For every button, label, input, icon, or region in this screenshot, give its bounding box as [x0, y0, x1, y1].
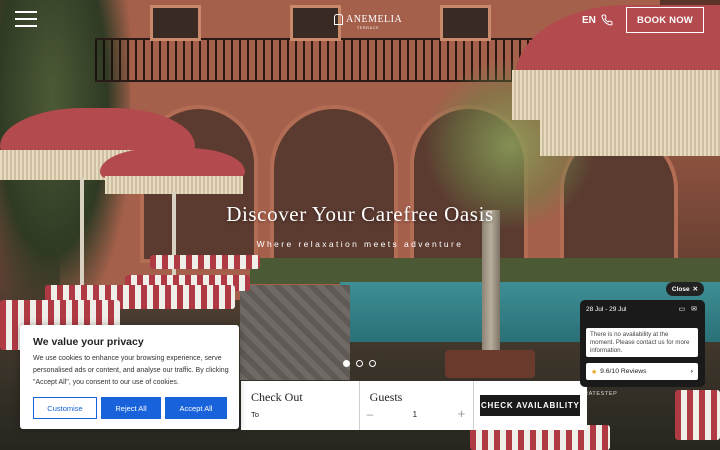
book-now-button[interactable]: BOOK NOW	[626, 7, 704, 33]
hero-subtitle: Where relaxation meets adventure	[256, 239, 464, 249]
guests-count: 1	[412, 410, 418, 419]
cookie-consent-banner: We value your privacy We use cookies to …	[20, 325, 239, 429]
umbrella	[100, 148, 245, 178]
check-out-value: To	[251, 410, 259, 419]
language-label: EN	[582, 14, 596, 26]
phone-icon[interactable]	[601, 14, 613, 26]
customise-button[interactable]: Customise	[33, 397, 97, 419]
widget-icons: ▭ ✉	[679, 305, 698, 313]
slider-dot[interactable]	[356, 360, 363, 367]
slider-dots	[343, 360, 376, 367]
widget-dates: 28 Jul - 29 Jul	[586, 306, 627, 313]
check-availability-button[interactable]: CHECK AVAILABILITY	[480, 395, 581, 416]
logo-subtext: TERRACE	[357, 26, 380, 30]
cookie-title: We value your privacy	[33, 336, 144, 348]
availability-cell: CHECK AVAILABILITY	[474, 381, 587, 430]
mail-icon[interactable]: ✉	[691, 305, 697, 313]
language-selector[interactable]: EN	[582, 14, 613, 26]
logo[interactable]: ANEMELIA	[334, 14, 402, 25]
slider-dot[interactable]	[369, 360, 376, 367]
chat-icon[interactable]: ▭	[679, 305, 686, 313]
accept-all-button[interactable]: Accept All	[165, 397, 227, 419]
guests-increment-button[interactable]: +	[458, 406, 466, 421]
logo-text: ANEMELIA	[346, 14, 403, 25]
sun-lounger	[150, 255, 260, 269]
guests-decrement-button[interactable]: –	[367, 407, 374, 421]
reviews-rating: 9.6/10 Reviews	[600, 368, 647, 375]
planter	[445, 350, 535, 378]
top-navigation: ANEMELIA TERRACE EN BOOK NOW	[0, 0, 720, 40]
slider-dot[interactable]	[343, 360, 350, 367]
star-icon: ★	[591, 368, 598, 376]
logo-mark-icon	[334, 14, 343, 25]
check-out-field[interactable]: Check Out To	[241, 381, 360, 430]
guests-label: Guests	[369, 390, 403, 404]
umbrella-fringe	[512, 70, 720, 120]
reject-all-button[interactable]: Reject All	[101, 397, 161, 419]
booking-bar: Check Out To Guests – 1 + CHECK AVAILABI…	[241, 381, 587, 430]
availability-widget: 28 Jul - 29 Jul ▭ ✉ There is no availabi…	[580, 300, 705, 387]
widget-close-button[interactable]: Close ✕	[666, 282, 704, 296]
close-icon: ✕	[692, 286, 699, 293]
check-out-label: Check Out	[251, 390, 303, 404]
chevron-right-icon: ›	[690, 368, 693, 375]
guests-field: Guests – 1 +	[360, 381, 475, 430]
sun-lounger	[675, 390, 720, 440]
palm-trunk	[482, 210, 500, 365]
close-label: Close	[671, 285, 690, 293]
deck	[240, 285, 350, 380]
umbrella-fringe	[540, 118, 720, 156]
hamburger-menu-icon[interactable]	[15, 11, 37, 27]
reviews-link[interactable]: ★ 9.6/10 Reviews ›	[586, 363, 698, 380]
hero-title: Discover Your Carefree Oasis	[226, 202, 494, 226]
availability-message: There is no availability at the moment. …	[586, 328, 698, 357]
ratestep-branding: RATESTEP	[584, 391, 618, 397]
cookie-description: We use cookies to enhance your browsing …	[33, 355, 229, 386]
